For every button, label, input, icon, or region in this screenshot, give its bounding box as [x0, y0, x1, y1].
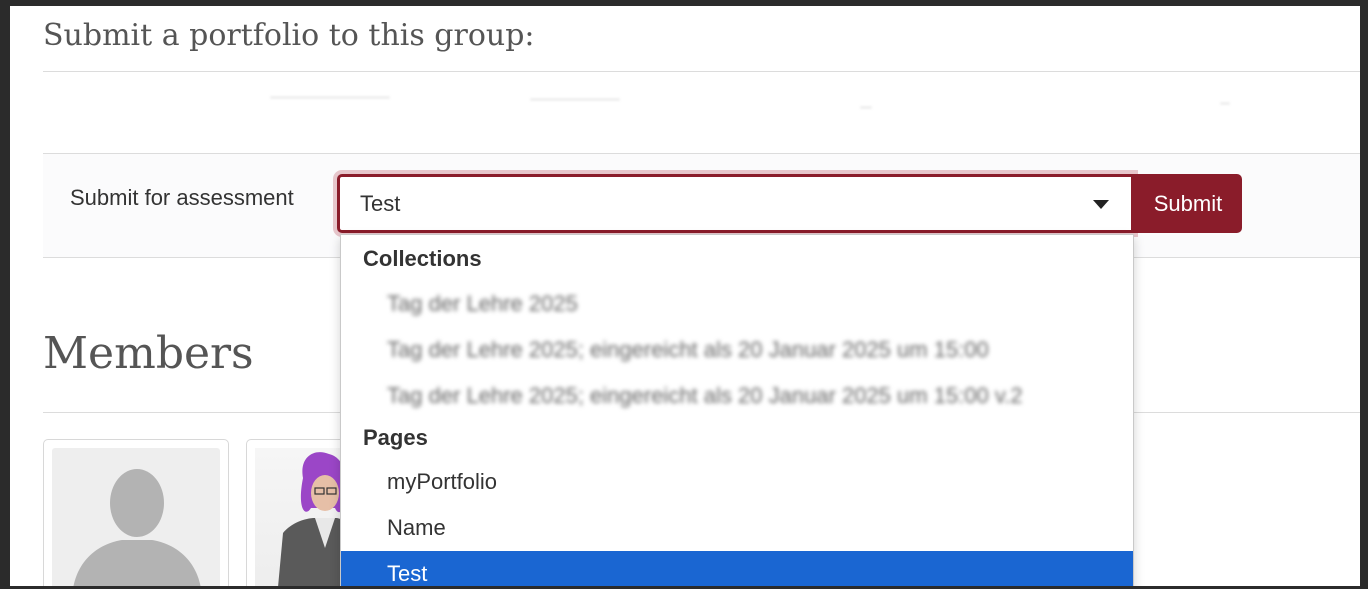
avatar	[52, 448, 220, 586]
dropdown-option-test-selected[interactable]: Test	[341, 551, 1133, 586]
user-placeholder-icon	[73, 469, 201, 586]
portfolio-dropdown[interactable]: Collections Tag der Lehre 2025 Tag der L…	[340, 234, 1134, 586]
blurred-text	[860, 106, 872, 109]
dropdown-option[interactable]: Tag der Lehre 2025	[341, 281, 1133, 327]
submit-button[interactable]: Submit	[1134, 174, 1242, 233]
window-frame: Submit a portfolio to this group: Submit…	[0, 0, 1368, 589]
divider	[43, 71, 1360, 72]
dropdown-option-name[interactable]: Name	[341, 505, 1133, 551]
dropdown-option[interactable]: Tag der Lehre 2025; eingereicht als 20 J…	[341, 373, 1133, 419]
optgroup-collections-label: Collections	[363, 246, 482, 271]
select-current-value: Test	[360, 191, 401, 216]
portfolio-select[interactable]: Test	[337, 174, 1134, 233]
blurred-text	[530, 98, 620, 101]
member-card[interactable]	[43, 439, 229, 586]
caret-down-icon[interactable]	[1093, 200, 1109, 209]
members-heading: Members	[43, 328, 254, 379]
dropdown-option[interactable]: Tag der Lehre 2025; eingereicht als 20 J…	[341, 327, 1133, 373]
blurred-text	[1220, 102, 1230, 105]
optgroup-pages-label: Pages	[363, 425, 428, 450]
blurred-text	[270, 96, 390, 99]
section-title: Submit a portfolio to this group:	[43, 18, 535, 53]
submit-for-assessment-label: Submit for assessment	[70, 185, 294, 210]
dropdown-option-myportfolio[interactable]: myPortfolio	[341, 459, 1133, 505]
